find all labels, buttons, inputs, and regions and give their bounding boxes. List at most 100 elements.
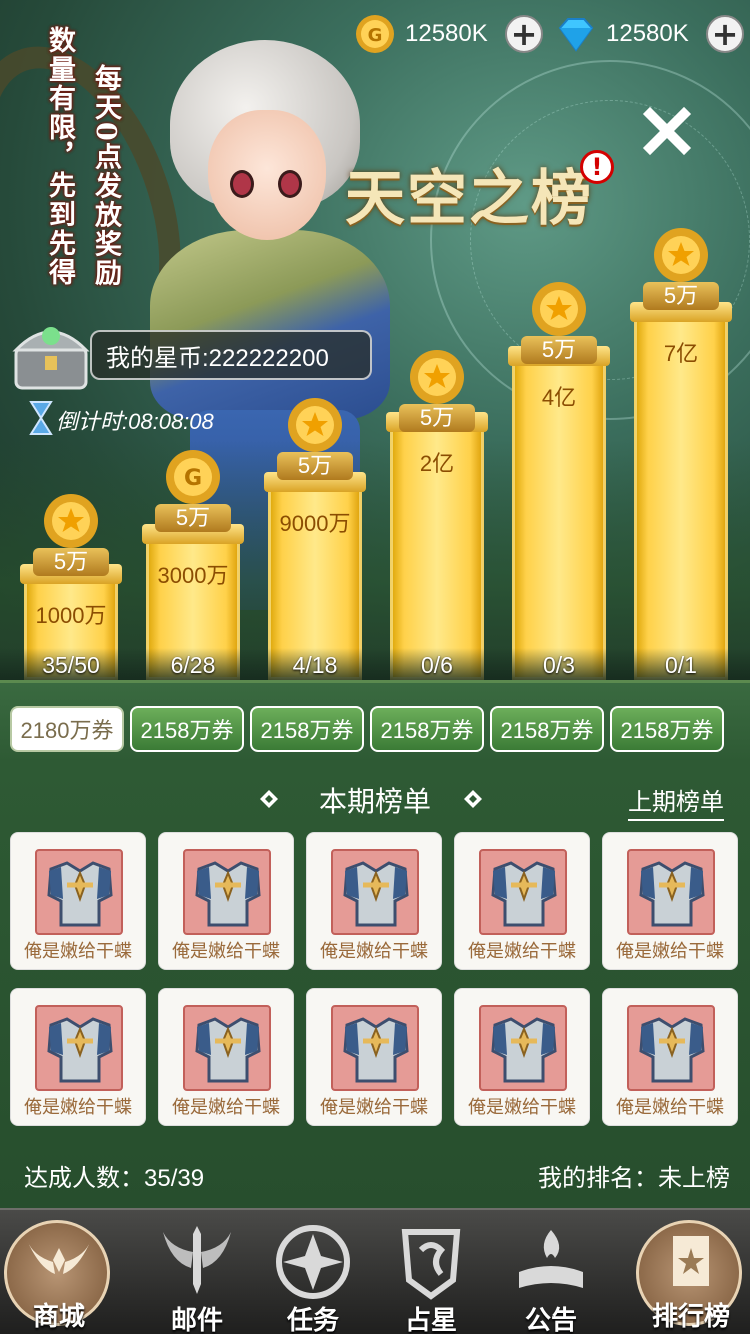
nav-shop-label: 商城 (32, 1302, 85, 1332)
item-name: 俺是嫩给干蝶 (172, 1097, 280, 1117)
item-name: 俺是嫩给干蝶 (24, 1097, 132, 1117)
tier-threshold: 2亿 (419, 451, 455, 476)
task-emblem-icon (276, 1225, 350, 1299)
item-name: 俺是嫩给干蝶 (24, 941, 132, 961)
book-flame-icon (519, 1230, 583, 1288)
armor-item-icon (627, 849, 715, 935)
item-name: 俺是嫩给干蝶 (616, 1097, 724, 1117)
previous-ranking-link[interactable]: 上期榜单 (628, 782, 724, 821)
stats-bar: 达成人数：35/39 我的排名：未上榜 (0, 1150, 750, 1194)
coin-icon (410, 350, 464, 404)
diamond-amount: 12580K (606, 20, 689, 47)
tier-threshold: 3000万 (157, 563, 229, 588)
tier-threshold: 4亿 (541, 385, 577, 410)
add-diamond-button[interactable]: + (706, 15, 744, 53)
coin-icon (44, 494, 98, 548)
ranking-card[interactable]: 俺是嫩给干蝶 (158, 988, 294, 1126)
armor-item-icon (627, 1005, 715, 1091)
diamond-ornament-icon (464, 790, 482, 808)
svg-text:G: G (184, 466, 202, 491)
close-button[interactable] (640, 104, 694, 158)
tier-progress-2: 6/28 (170, 652, 216, 678)
armor-item-icon (331, 1005, 419, 1091)
nav-tasks[interactable]: 任务 (258, 1222, 368, 1334)
close-icon (642, 106, 692, 156)
tab-ticket-4[interactable]: 2158万券 (370, 706, 484, 752)
diamond-currency: 12580K + (556, 14, 744, 54)
ranking-card[interactable]: 俺是嫩给干蝶 (10, 832, 146, 970)
tab-ticket-1[interactable]: 2180万券 (10, 706, 124, 752)
plus-icon: + (510, 15, 538, 53)
countdown-label: 倒计时: (56, 409, 129, 434)
diamond-icon (558, 18, 594, 52)
armor-item-icon (183, 849, 271, 935)
tab-ticket-6[interactable]: 2158万券 (610, 706, 724, 752)
tier-reward-4: 5万 (397, 348, 477, 432)
ranking-card[interactable]: 俺是嫩给干蝶 (158, 832, 294, 970)
tier-threshold: 1000万 (35, 603, 107, 628)
nav-leaderboard-label: 排行榜 (651, 1302, 730, 1332)
armor-item-icon (479, 1005, 567, 1091)
armor-item-icon (331, 849, 419, 935)
tab-ticket-2[interactable]: 2158万券 (130, 706, 244, 752)
ranking-card[interactable]: 俺是嫩给干蝶 (10, 988, 146, 1126)
ranking-card[interactable]: 俺是嫩给干蝶 (602, 832, 738, 970)
nav-leaderboard[interactable]: 排行榜 (636, 1218, 746, 1332)
nav-astrology-label: 占星 (404, 1306, 457, 1334)
plus-icon: + (711, 15, 739, 53)
sword-wings-icon (163, 1226, 231, 1294)
add-gold-button[interactable]: + (505, 15, 543, 53)
bottom-nav: 商城 邮件 任务 占星 公告 排行榜 (0, 1208, 750, 1334)
reward-amount: 5万 (155, 504, 231, 532)
achieved-count: 达成人数：35/39 (24, 1165, 205, 1192)
tier-progress-1: 35/50 (42, 652, 100, 678)
tier-bar-6[interactable]: 7亿 (630, 302, 732, 680)
treasure-chest-icon[interactable] (8, 314, 94, 394)
item-name: 俺是嫩给干蝶 (616, 941, 724, 961)
reward-amount: 5万 (643, 282, 719, 310)
nav-shop[interactable]: 商城 (4, 1218, 114, 1332)
tier-progress-3: 4/18 (292, 652, 338, 678)
event-notice: 数量有限，先到先得 每天0点发放奖励 (40, 26, 160, 326)
tab-ticket-5[interactable]: 2158万券 (490, 706, 604, 752)
ticket-tabs: 2180万券 2158万券 2158万券 2158万券 2158万券 2158万… (10, 706, 724, 752)
item-name: 俺是嫩给干蝶 (320, 941, 428, 961)
tier-progress-5: 0/3 (543, 652, 575, 678)
item-name: 俺是嫩给干蝶 (320, 1097, 428, 1117)
nav-astrology[interactable]: 占星 (376, 1222, 486, 1334)
my-rank: 我的排名：未上榜 (538, 1165, 730, 1192)
countdown-value: 08:08:08 (128, 409, 214, 434)
armor-item-icon (479, 849, 567, 935)
nav-mail[interactable]: 邮件 (142, 1222, 252, 1334)
info-alert-icon[interactable]: ! (580, 150, 614, 184)
ranking-card[interactable]: 俺是嫩给干蝶 (306, 988, 442, 1126)
tier-reward-1: 5万 (31, 492, 111, 576)
gold-amount: 12580K (405, 20, 488, 47)
tab-ticket-3[interactable]: 2158万券 (250, 706, 364, 752)
nav-tasks-label: 任务 (286, 1306, 339, 1334)
event-title: 天空之榜 (345, 164, 593, 234)
item-name: 俺是嫩给干蝶 (468, 1097, 576, 1117)
tier-reward-2: G 5万 (153, 448, 233, 532)
ranking-card[interactable]: 俺是嫩给干蝶 (306, 832, 442, 970)
ranking-grid: 俺是嫩给干蝶 俺是嫩给干蝶 俺是嫩给干蝶 俺是嫩给干蝶 俺是嫩给干蝶 俺是嫩给干蝶 俺是嫩给… (10, 832, 740, 1126)
ranking-card[interactable]: 俺是嫩给干蝶 (454, 988, 590, 1126)
coin-icon (288, 398, 342, 452)
item-name: 俺是嫩给干蝶 (172, 941, 280, 961)
nav-announcement[interactable]: 公告 (496, 1222, 606, 1334)
gold-coin-icon: G (356, 15, 394, 53)
astrology-shield-icon (401, 1229, 461, 1300)
my-star-coins-text: 我的星币:222222200 (106, 344, 329, 372)
coin-icon (532, 282, 586, 336)
tier-reward-3: 5万 (275, 396, 355, 480)
tier-threshold: 7亿 (663, 341, 699, 366)
ranking-card[interactable]: 俺是嫩给干蝶 (454, 832, 590, 970)
tier-bar-4[interactable]: 2亿 (386, 412, 488, 680)
tier-progress-4: 0/6 (421, 652, 453, 678)
armor-item-icon (35, 1005, 123, 1091)
tier-bar-5[interactable]: 4亿 (508, 346, 610, 680)
nav-mail-label: 邮件 (170, 1306, 223, 1334)
reward-amount: 5万 (277, 452, 353, 480)
ranking-card[interactable]: 俺是嫩给干蝶 (602, 988, 738, 1126)
coin-icon: G (166, 450, 220, 504)
